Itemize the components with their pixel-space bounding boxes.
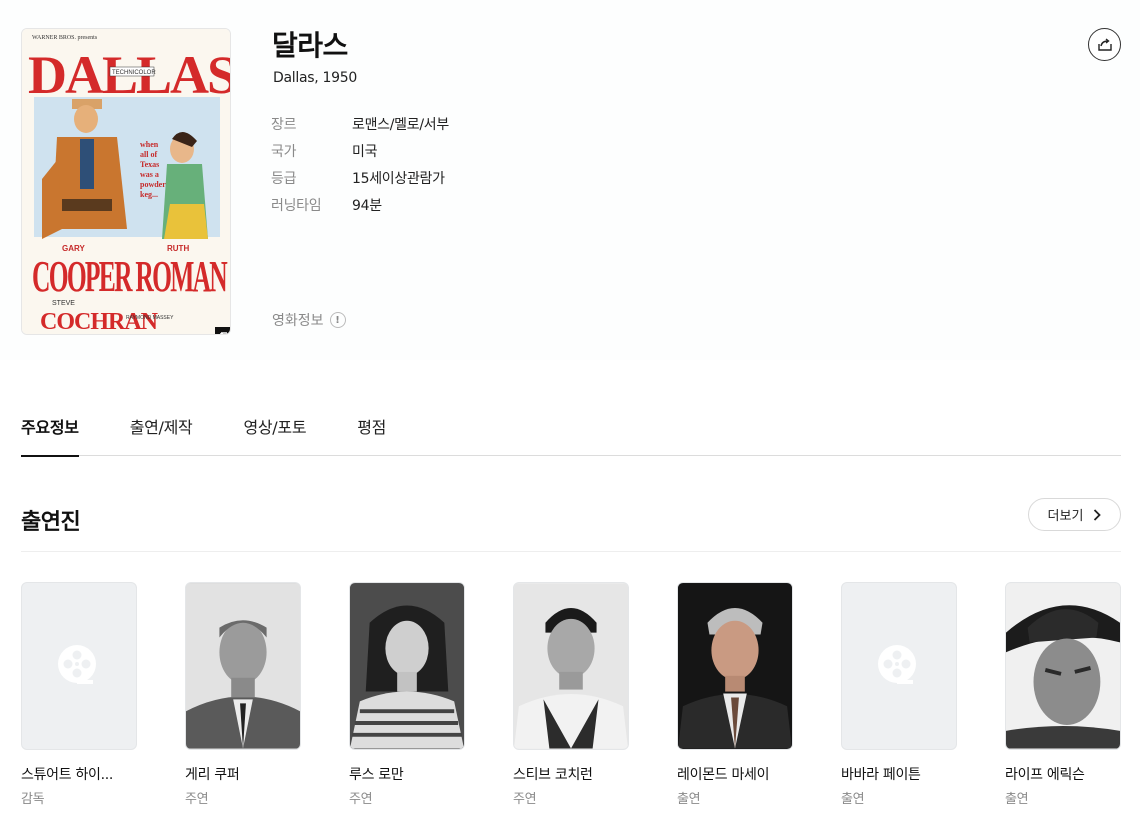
svg-text:RAYMOND MASSEY: RAYMOND MASSEY bbox=[126, 315, 174, 321]
cast-role: 주연 bbox=[185, 792, 209, 807]
content-tabs: 주요정보 출연/제작 영상/포토 평점 bbox=[21, 400, 1121, 457]
cast-role: 출연 bbox=[1005, 792, 1029, 807]
chevron-right-icon bbox=[1094, 508, 1102, 521]
cast-photo bbox=[513, 582, 629, 750]
tab-cast-crew[interactable]: 출연/제작 bbox=[130, 400, 193, 456]
cast-photo bbox=[1005, 582, 1121, 750]
movie-info-label: 영화정보 bbox=[272, 313, 324, 329]
cast-card[interactable]: 레이몬드 마세이 출연 bbox=[677, 582, 793, 807]
cast-list: 스튜어트 하이... 감독 게리 쿠퍼 주연 루스 로만 주연 스티브 코치런 … bbox=[21, 582, 1121, 807]
movie-poster[interactable]: WARNER BROS. presents DALLAS TECHNICOLOR… bbox=[21, 28, 231, 335]
svg-text:COOPER ROMAN: COOPER ROMAN bbox=[32, 252, 228, 301]
meta-row-runtime: 러닝타임 94분 bbox=[271, 191, 449, 218]
more-label: 더보기 bbox=[1047, 509, 1084, 524]
person-portrait bbox=[1006, 583, 1120, 749]
cast-role: 출연 bbox=[677, 792, 701, 807]
svg-text:powder: powder bbox=[140, 180, 166, 189]
person-portrait bbox=[186, 583, 300, 749]
meta-row-genre: 장르 로맨스/멜로/서부 bbox=[271, 110, 449, 137]
cast-section-header: 출연진 더보기 bbox=[21, 496, 1121, 552]
meta-row-rating: 등급 15세이상관람가 bbox=[271, 164, 449, 191]
tab-reviews[interactable]: 평점 bbox=[357, 400, 386, 456]
movie-original-title: Dallas, 1950 bbox=[273, 70, 357, 86]
person-portrait bbox=[514, 583, 628, 749]
meta-value: 94분 bbox=[352, 197, 382, 214]
cast-name: 바바라 페이튼 bbox=[841, 767, 921, 783]
meta-value: 15세이상관람가 bbox=[352, 170, 445, 187]
cast-card[interactable]: 라이프 에릭슨 출연 bbox=[1005, 582, 1121, 807]
cast-role: 출연 bbox=[841, 792, 865, 807]
cast-card[interactable]: 스티브 코치런 주연 bbox=[513, 582, 629, 807]
cast-card[interactable]: 게리 쿠퍼 주연 bbox=[185, 582, 301, 807]
meta-key: 국가 bbox=[271, 143, 297, 160]
meta-value: 미국 bbox=[352, 143, 378, 160]
cast-role: 감독 bbox=[21, 792, 45, 807]
cast-photo bbox=[349, 582, 465, 750]
meta-key: 장르 bbox=[271, 116, 297, 133]
meta-row-country: 국가 미국 bbox=[271, 137, 449, 164]
svg-text:TECHNICOLOR: TECHNICOLOR bbox=[112, 70, 156, 76]
expand-icon bbox=[220, 332, 227, 334]
cast-photo-placeholder bbox=[841, 582, 957, 750]
svg-text:all of: all of bbox=[140, 150, 157, 159]
svg-text:Texas: Texas bbox=[140, 160, 159, 169]
meta-key: 러닝타임 bbox=[271, 197, 322, 214]
cast-name: 스튜어트 하이... bbox=[21, 767, 114, 783]
cast-photo bbox=[185, 582, 301, 750]
poster-illustration: WARNER BROS. presents DALLAS TECHNICOLOR… bbox=[22, 29, 230, 335]
section-title: 출연진 bbox=[21, 510, 81, 535]
cast-card[interactable]: 루스 로만 주연 bbox=[349, 582, 465, 807]
svg-text:COCHRAN: COCHRAN bbox=[40, 309, 159, 335]
svg-text:was a: was a bbox=[140, 170, 159, 179]
meta-value: 로맨스/멜로/서부 bbox=[352, 116, 449, 133]
tab-video-photo[interactable]: 영상/포토 bbox=[243, 400, 306, 456]
movie-header: WARNER BROS. presents DALLAS TECHNICOLOR… bbox=[0, 0, 1140, 360]
cast-name: 게리 쿠퍼 bbox=[185, 767, 240, 783]
person-portrait bbox=[678, 583, 792, 749]
info-icon: ! bbox=[329, 312, 346, 328]
expand-poster-button[interactable] bbox=[215, 327, 230, 334]
meta-key: 등급 bbox=[271, 170, 297, 187]
cast-name: 레이몬드 마세이 bbox=[677, 767, 770, 783]
movie-title: 달라스 bbox=[272, 29, 348, 62]
cast-name: 루스 로만 bbox=[349, 767, 404, 783]
cast-name: 라이프 에릭슨 bbox=[1005, 767, 1085, 783]
film-reel-icon bbox=[58, 645, 96, 684]
cast-card[interactable]: 바바라 페이튼 출연 bbox=[841, 582, 957, 807]
movie-meta-list: 장르 로맨스/멜로/서부 국가 미국 등급 15세이상관람가 러닝타임 94분 bbox=[271, 110, 449, 218]
svg-text:STEVE: STEVE bbox=[52, 300, 75, 307]
share-button[interactable] bbox=[1088, 28, 1121, 61]
svg-text:when: when bbox=[140, 140, 159, 149]
movie-info-link[interactable]: 영화정보 ! bbox=[272, 310, 346, 330]
cast-role: 주연 bbox=[349, 792, 373, 807]
cast-card[interactable]: 스튜어트 하이... 감독 bbox=[21, 582, 137, 807]
cast-photo bbox=[677, 582, 793, 750]
share-icon bbox=[1097, 37, 1112, 51]
more-button[interactable]: 더보기 bbox=[1028, 498, 1121, 531]
svg-text:keg...: keg... bbox=[140, 190, 158, 199]
cast-photo-placeholder bbox=[21, 582, 137, 750]
cast-name: 스티브 코치런 bbox=[513, 767, 593, 783]
person-portrait bbox=[350, 583, 464, 749]
film-reel-icon bbox=[878, 645, 916, 684]
svg-text:WARNER BROS. presents: WARNER BROS. presents bbox=[32, 35, 98, 41]
cast-role: 주연 bbox=[513, 792, 537, 807]
tab-main-info[interactable]: 주요정보 bbox=[21, 400, 79, 457]
